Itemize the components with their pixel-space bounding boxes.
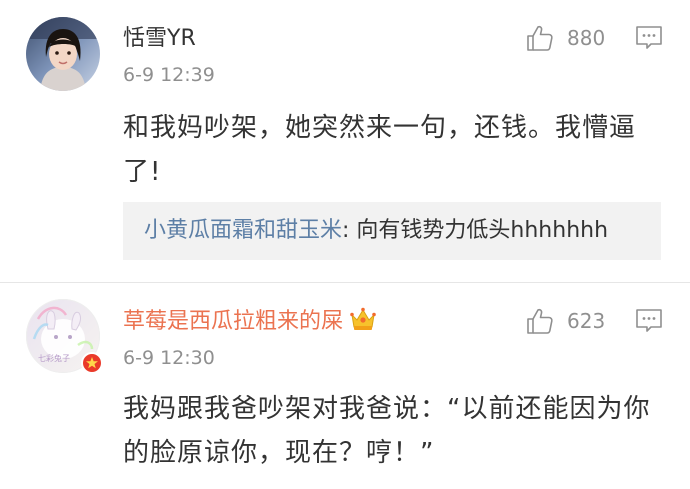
reply-text: 向有钱势力低头hhhhhhh (356, 218, 609, 243)
comment-icon (636, 26, 662, 49)
avatar[interactable] (26, 17, 100, 91)
avatar[interactable]: 七彩兔子 (26, 299, 103, 374)
comment-text: 我妈跟我爸吵架对我爸说：“以前还能因为你的脸原谅你，现在？哼！” (123, 394, 651, 468)
verified-badge-icon (81, 352, 103, 374)
comment-item: 七彩兔子 草莓是西瓜拉粗来的屎 6-9 12:30 623 我妈跟我爸吵架对我爸… (0, 283, 690, 489)
thumbs-up-icon (527, 25, 553, 51)
reply-separator: : (342, 218, 357, 243)
reply-username[interactable]: 小黄瓜面霜和甜玉米 (144, 218, 342, 243)
avatar-caption: 七彩兔子 (38, 353, 70, 363)
like-count: 623 (567, 309, 606, 333)
crown-icon (350, 307, 376, 330)
thumbs-up-icon (527, 308, 553, 334)
like-count: 880 (567, 26, 606, 50)
username[interactable]: 恬雪YR (123, 24, 196, 54)
like-button[interactable]: 880 (525, 22, 605, 54)
comment-time: 6-9 12:30 (123, 347, 215, 369)
comment-text: 和我妈吵架，她突然来一句，还钱。我懵逼了! (123, 113, 637, 187)
avatar-image (26, 17, 100, 91)
like-button[interactable]: 623 (525, 305, 605, 337)
username[interactable]: 草莓是西瓜拉粗来的屎 (123, 306, 377, 337)
sub-reply[interactable]: 小黄瓜面霜和甜玉米: 向有钱势力低头hhhhhhh (123, 202, 661, 260)
comment-icon (636, 309, 662, 332)
reply-button[interactable] (634, 23, 664, 53)
comment-item: 恬雪YR 6-9 12:39 880 和我妈吵架，她突然来一句，还钱。我懵逼了!… (0, 0, 690, 283)
username-text[interactable]: 草莓是西瓜拉粗来的屎 (123, 309, 343, 334)
reply-button[interactable] (634, 306, 664, 336)
comment-time: 6-9 12:39 (123, 64, 215, 86)
